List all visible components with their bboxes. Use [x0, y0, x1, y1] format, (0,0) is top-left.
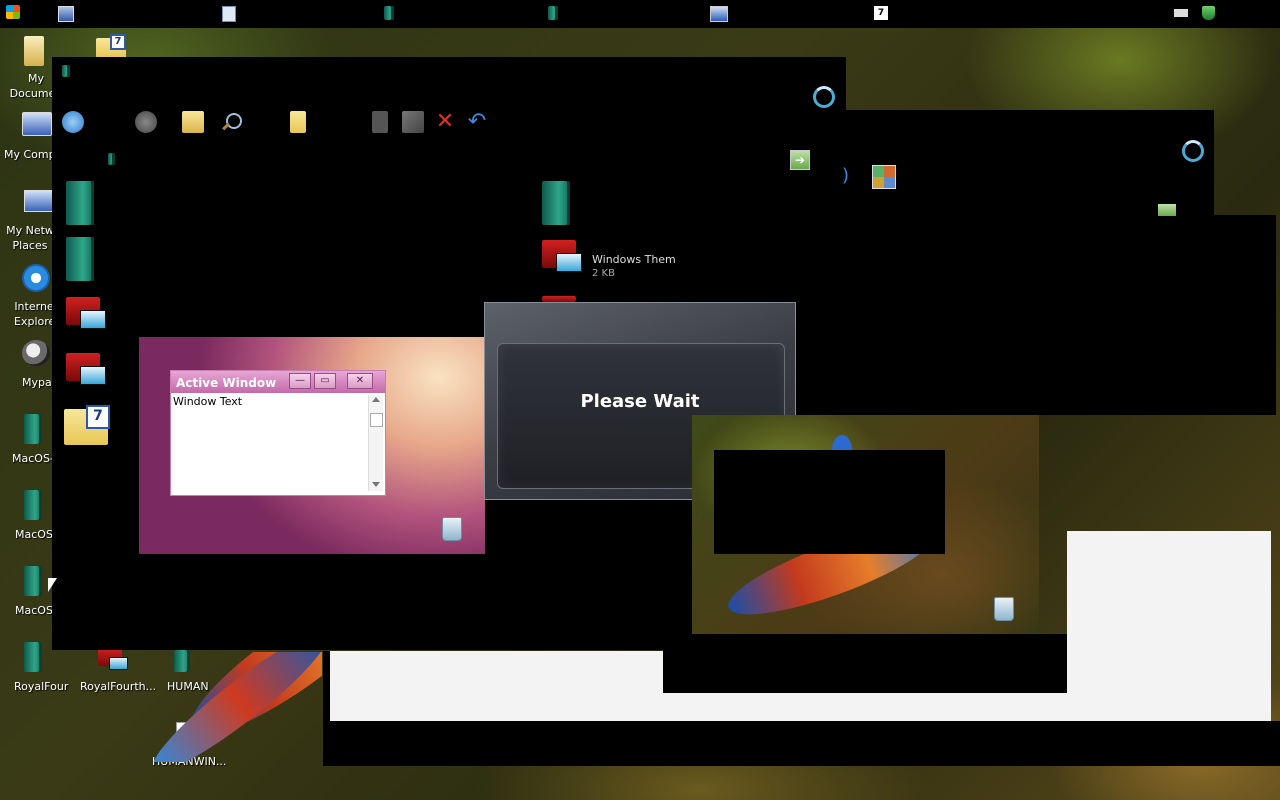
- desktop-label: Mypal: [22, 376, 55, 389]
- seven-folder-icon[interactable]: 7: [64, 405, 110, 445]
- views-icon[interactable]: [872, 165, 896, 189]
- seven-folder-icon[interactable]: 7: [874, 6, 888, 20]
- network-shield-icon[interactable]: [1202, 6, 1215, 20]
- active-window-title: Active Window: [176, 376, 277, 390]
- desktop-label: MacOS-: [15, 528, 57, 541]
- mypal-icon: [22, 340, 50, 366]
- loading-spinner-icon: [813, 86, 835, 108]
- windows-logo-icon[interactable]: [6, 5, 20, 19]
- mouse-cursor-icon: [48, 578, 57, 592]
- explorer-window-second: [500, 110, 1214, 220]
- book-icon[interactable]: [24, 490, 42, 520]
- book-icon[interactable]: [66, 237, 94, 281]
- desktop-icon-internet-explorer[interactable]: [22, 264, 52, 294]
- book-icon[interactable]: [384, 6, 394, 20]
- book-icon[interactable]: [542, 181, 570, 225]
- desktop-label: MacOS-: [15, 604, 57, 617]
- maximize-button[interactable]: ▭: [314, 373, 336, 389]
- dialog-text: Please Wait: [580, 391, 700, 412]
- recycle-bin-icon: [994, 597, 1014, 621]
- overlay-block: [323, 721, 1280, 766]
- monitor-icon[interactable]: [66, 297, 106, 329]
- overlay-block: [714, 450, 945, 554]
- loading-spinner-icon: [1182, 140, 1204, 162]
- computer-icon: [22, 112, 52, 136]
- file-size: 2 KB: [592, 268, 615, 279]
- minimize-button[interactable]: —: [289, 373, 311, 389]
- forward-icon[interactable]: [135, 111, 157, 133]
- undo-icon[interactable]: ): [842, 165, 849, 186]
- monitor-icon[interactable]: [66, 353, 106, 385]
- book-icon: [108, 153, 115, 165]
- desktop-icon-my-documents[interactable]: [20, 36, 46, 68]
- scroll-thumb[interactable]: [370, 413, 383, 427]
- blank-panel: [330, 651, 663, 721]
- copy-to-icon[interactable]: [402, 111, 424, 133]
- go-arrow-icon[interactable]: ➔: [790, 150, 810, 170]
- book-icon[interactable]: [66, 181, 94, 225]
- desktop-icon-my-computer[interactable]: [22, 112, 52, 138]
- network-icon: [24, 190, 54, 212]
- folders-icon[interactable]: [290, 111, 306, 133]
- window-text: Window Text: [173, 395, 243, 408]
- seven-folder-icon[interactable]: 7: [96, 34, 126, 58]
- scroll-down-icon[interactable]: [372, 482, 380, 487]
- monitor-icon[interactable]: [542, 240, 582, 272]
- search-icon[interactable]: [220, 111, 242, 133]
- documents-icon: [24, 36, 44, 66]
- undo-icon[interactable]: ↶: [466, 111, 488, 133]
- blank-panel: [663, 693, 1271, 721]
- overlay-block: [663, 634, 1067, 693]
- desktop-label: RoyalFour: [14, 680, 69, 693]
- keyboard-icon[interactable]: [1174, 9, 1188, 17]
- go-arrow-icon[interactable]: [1158, 204, 1176, 216]
- desktop-label: My Netw Places: [6, 224, 54, 252]
- book-icon[interactable]: [24, 566, 42, 596]
- book-icon[interactable]: [24, 414, 42, 444]
- delete-icon[interactable]: ✕: [434, 111, 456, 133]
- document-icon[interactable]: [222, 6, 236, 22]
- move-to-icon[interactable]: [372, 111, 388, 133]
- blank-panel: [1067, 531, 1271, 693]
- close-button[interactable]: ✕: [347, 373, 373, 389]
- recycle-bin-icon: [442, 517, 462, 541]
- monitor-icon[interactable]: [710, 6, 728, 22]
- computer-icon[interactable]: [58, 6, 74, 22]
- taskbar: 7: [0, 0, 1280, 28]
- desktop-icon-my-network[interactable]: [24, 190, 54, 216]
- scrollbar[interactable]: [368, 395, 383, 491]
- book-icon[interactable]: [24, 642, 42, 672]
- scroll-up-icon[interactable]: [372, 397, 380, 402]
- active-window-preview: Active Window — ▭ ✕ Window Text: [170, 370, 386, 496]
- book-icon[interactable]: [548, 6, 558, 20]
- desktop-icon-mypal[interactable]: [22, 340, 52, 368]
- ie-icon: [22, 264, 50, 292]
- desktop-label: Interne Explore: [14, 300, 56, 328]
- desktop-label: MacOS-: [12, 452, 54, 465]
- book-icon: [62, 65, 70, 77]
- up-folder-icon[interactable]: [182, 111, 204, 133]
- active-window-titlebar: Active Window — ▭ ✕: [171, 371, 385, 393]
- back-icon[interactable]: [62, 111, 84, 133]
- file-name: Windows Them: [592, 253, 676, 266]
- wallpaper-parrot-wing: [110, 652, 322, 762]
